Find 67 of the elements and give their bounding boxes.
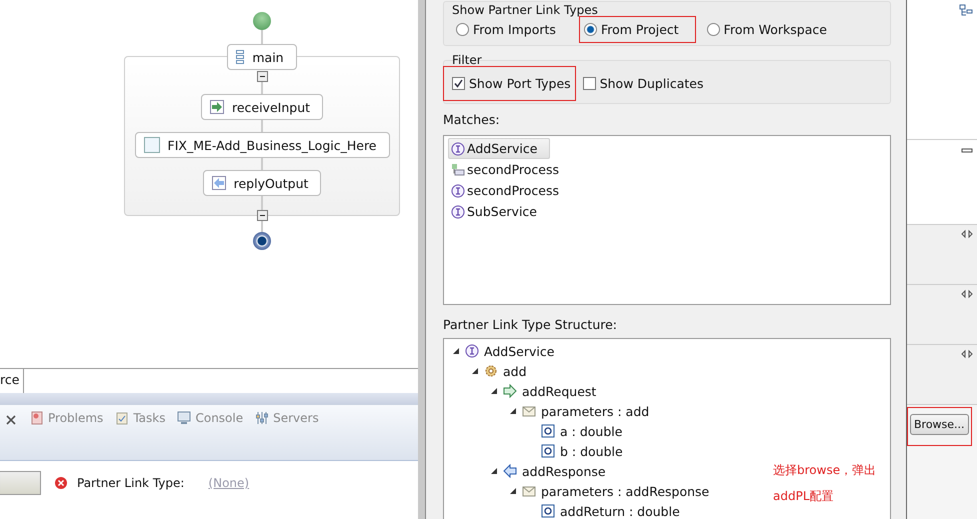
collapse-toggle-icon[interactable]	[256, 210, 268, 221]
collapse-toggle-icon[interactable]	[256, 71, 268, 82]
sliders-icon	[255, 411, 270, 425]
interface-icon	[465, 344, 479, 358]
gear-icon	[484, 364, 498, 378]
tree-item[interactable]: addReturn : double	[560, 504, 680, 518]
tree-item[interactable]: a : double	[560, 424, 622, 438]
arrow-right-icon	[503, 384, 517, 398]
list-item[interactable]: secondProcess	[448, 159, 572, 180]
tree-item[interactable]: parameters : addResponse	[541, 484, 710, 498]
interface-icon	[451, 204, 465, 218]
tree-item[interactable]: parameters : add	[541, 404, 650, 418]
annotation-text: 选择browse，弹出	[773, 462, 876, 479]
section-label: Matches:	[443, 112, 501, 127]
section-label: Partner Link Type Structure:	[443, 317, 618, 332]
activity-node[interactable]: replyOutput	[202, 170, 322, 196]
group-title: Show Partner Link Types	[452, 4, 599, 17]
list-item[interactable]: AddService	[448, 138, 550, 159]
envelope-icon	[522, 404, 536, 418]
expanded-triangle-icon[interactable]	[509, 407, 517, 415]
interface-icon	[451, 184, 465, 198]
check-icon	[454, 79, 463, 88]
radio-option[interactable]: From Workspace	[702, 17, 843, 42]
problems-icon	[30, 411, 44, 425]
clipboard-icon	[115, 411, 130, 425]
envelope-icon	[522, 484, 536, 498]
outline-icon[interactable]	[959, 4, 973, 18]
double-arrow-icon[interactable]	[961, 349, 973, 359]
double-arrow-icon[interactable]	[961, 229, 973, 239]
expanded-triangle-icon[interactable]	[490, 387, 498, 395]
checkbox-option[interactable]: Show Duplicates	[574, 67, 708, 100]
element-icon	[541, 444, 555, 458]
tree-item[interactable]: b : double	[560, 444, 623, 458]
arrow-right-icon	[210, 100, 224, 114]
process-icon	[451, 162, 465, 176]
expanded-triangle-icon[interactable]	[452, 347, 460, 355]
arrow-left-icon	[503, 464, 517, 478]
browse-button[interactable]: Browse...	[910, 414, 969, 435]
interface-icon	[451, 142, 465, 156]
sequence-icon	[236, 50, 244, 64]
list-item[interactable]: secondProcess	[448, 180, 572, 201]
radio-option[interactable]: From Imports	[452, 17, 572, 42]
tree-item[interactable]: add	[503, 364, 527, 378]
tree-item[interactable]: addRequest	[522, 384, 596, 398]
radio-option[interactable]: From Project	[580, 17, 695, 42]
monitor-icon	[177, 411, 192, 425]
expanded-triangle-icon[interactable]	[490, 467, 498, 475]
expanded-triangle-icon[interactable]	[471, 367, 479, 375]
field-label: Partner Link Type:	[77, 476, 184, 490]
element-icon	[541, 424, 555, 438]
double-arrow-icon[interactable]	[961, 289, 973, 299]
empty-activity-icon	[144, 137, 160, 153]
end-node[interactable]	[253, 232, 271, 250]
checkbox-option[interactable]: Show Port Types	[444, 67, 575, 100]
list-item[interactable]: SubService	[448, 201, 550, 222]
activity-node[interactable]: FIX_ME-Add_Business_Logic_Here	[134, 132, 390, 158]
group-title: Filter	[452, 54, 483, 67]
sequence-node[interactable]: main	[227, 44, 297, 70]
expanded-triangle-icon[interactable]	[509, 487, 517, 495]
close-icon[interactable]	[4, 413, 18, 427]
activity-node[interactable]: receiveInput	[200, 94, 324, 120]
tree-item[interactable]: AddService	[484, 344, 554, 358]
start-node[interactable]	[253, 12, 271, 30]
tree-item[interactable]: addResponse	[522, 464, 606, 478]
editor-tab[interactable]: rce	[0, 369, 24, 393]
arrow-left-icon	[212, 176, 226, 190]
annotation-text: addPL配置	[773, 488, 835, 505]
